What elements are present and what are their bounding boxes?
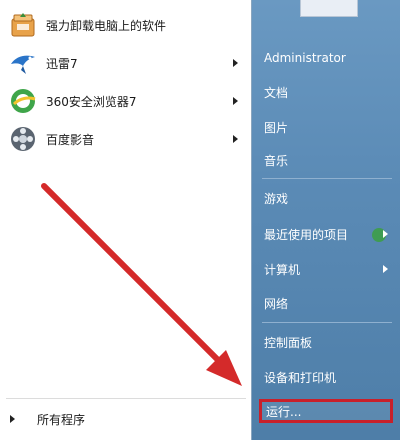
annotation-arrow-icon [41, 183, 242, 386]
